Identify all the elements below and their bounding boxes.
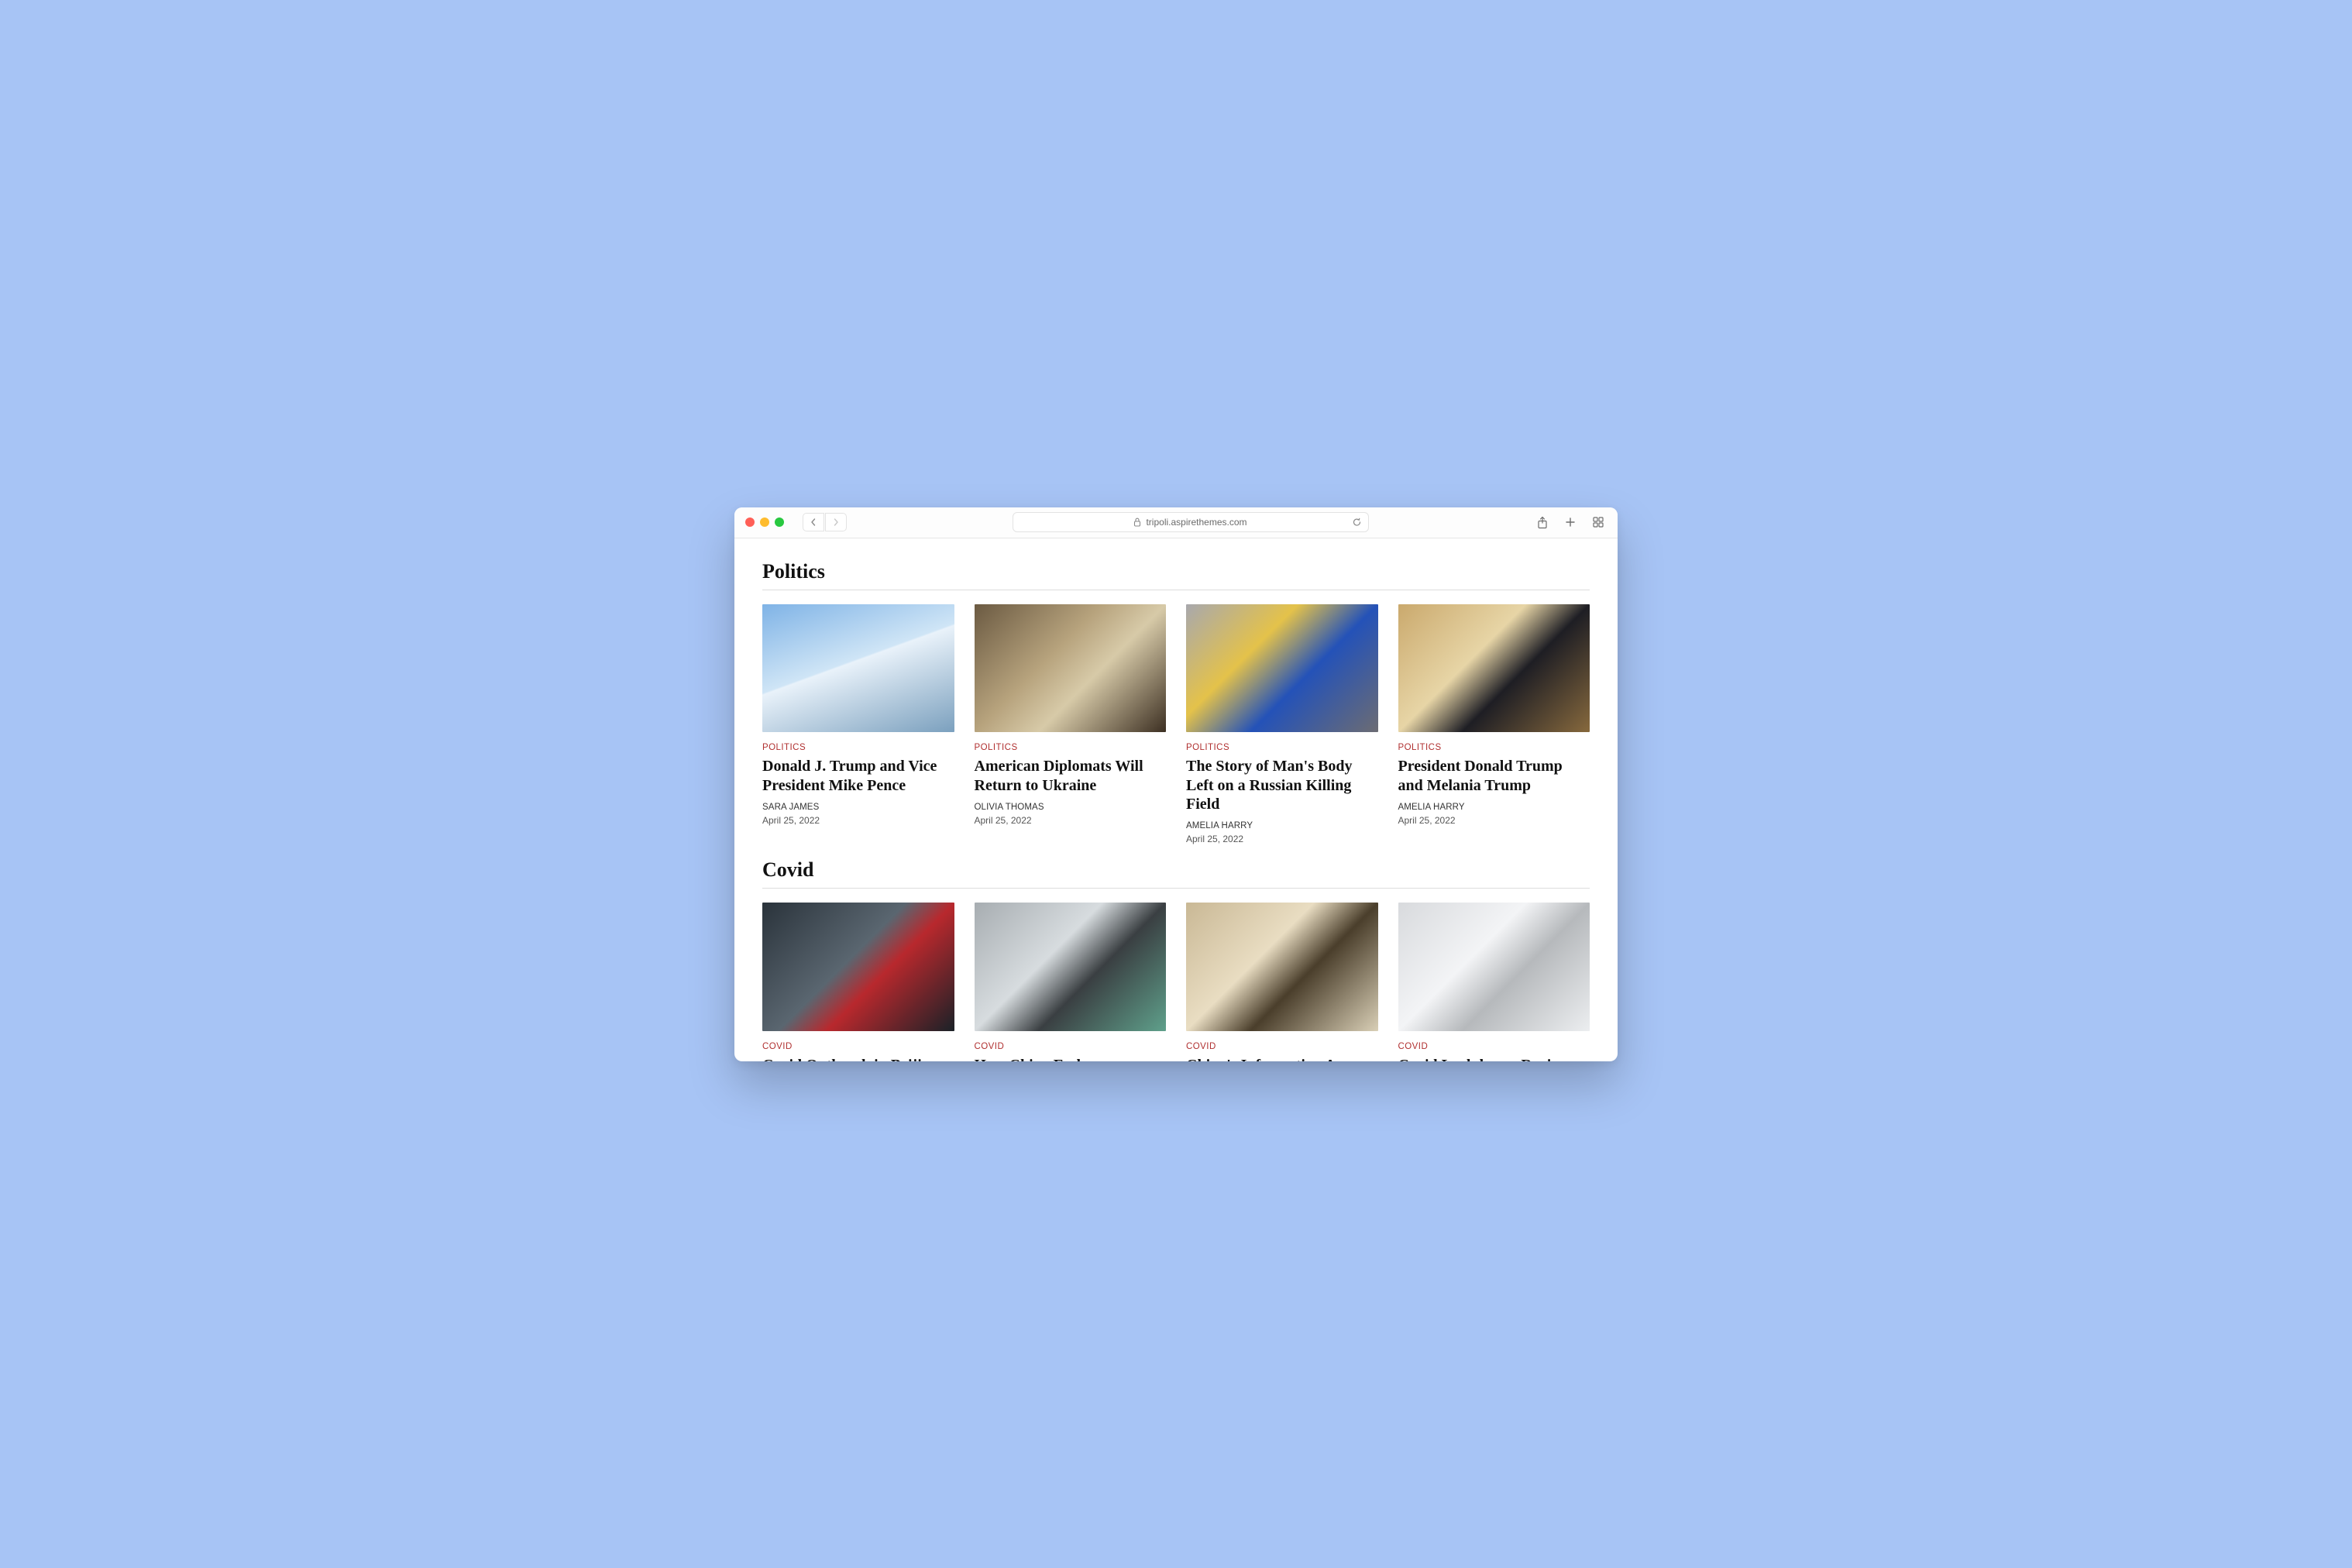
article-title: Covid Lockdowns Revive a (1398, 1056, 1590, 1061)
article-category: COVID (1186, 1042, 1378, 1051)
article-title: President Donald Trump and Melania Trump (1398, 757, 1590, 795)
new-tab-icon[interactable] (1562, 514, 1579, 531)
article-author: OLIVIA THOMAS (975, 803, 1167, 812)
section-heading: Politics (762, 560, 1590, 590)
page-content: Politics POLITICS Donald J. Trump and Vi… (734, 538, 1618, 1061)
close-window-button[interactable] (745, 518, 755, 527)
window-controls (745, 518, 784, 527)
nav-buttons (803, 513, 847, 531)
article-card[interactable]: POLITICS Donald J. Trump and Vice Presid… (762, 604, 954, 845)
article-card[interactable]: COVID How China Embraces (975, 903, 1167, 1061)
article-title: Donald J. Trump and Vice President Mike … (762, 757, 954, 795)
safari-window: tripoli.aspirethemes.com Politics (734, 507, 1618, 1061)
article-title: China's Information Age (1186, 1056, 1378, 1061)
fullscreen-window-button[interactable] (775, 518, 784, 527)
reload-icon[interactable] (1352, 518, 1362, 528)
article-date: April 25, 2022 (1186, 834, 1378, 844)
article-title: How China Embraces (975, 1056, 1167, 1061)
article-grid: COVID Covid Outbreak in Beijing COVID Ho… (762, 903, 1590, 1061)
back-button[interactable] (803, 513, 824, 531)
lock-icon (1133, 518, 1141, 527)
article-category: POLITICS (762, 743, 954, 752)
article-card[interactable]: POLITICS The Story of Man's Body Left on… (1186, 604, 1378, 845)
forward-button[interactable] (825, 513, 847, 531)
article-title: The Story of Man's Body Left on a Russia… (1186, 757, 1378, 813)
article-card[interactable]: POLITICS President Donald Trump and Mela… (1398, 604, 1590, 845)
article-thumbnail (762, 903, 954, 1031)
article-category: POLITICS (1186, 743, 1378, 752)
article-thumbnail (1186, 903, 1378, 1031)
tab-overview-icon[interactable] (1590, 514, 1607, 531)
article-date: April 25, 2022 (762, 815, 954, 826)
article-date: April 25, 2022 (1398, 815, 1590, 826)
article-card[interactable]: COVID Covid Outbreak in Beijing (762, 903, 954, 1061)
article-title: American Diplomats Will Return to Ukrain… (975, 757, 1167, 795)
article-card[interactable]: COVID Covid Lockdowns Revive a (1398, 903, 1590, 1061)
section-covid: Covid COVID Covid Outbreak in Beijing CO… (762, 858, 1590, 1061)
minimize-window-button[interactable] (760, 518, 769, 527)
article-category: COVID (975, 1042, 1167, 1051)
url-text: tripoli.aspirethemes.com (1146, 517, 1246, 528)
article-author: SARA JAMES (762, 803, 954, 812)
browser-toolbar: tripoli.aspirethemes.com (734, 507, 1618, 538)
article-author: AMELIA HARRY (1186, 821, 1378, 830)
article-thumbnail (975, 604, 1167, 733)
section-heading: Covid (762, 858, 1590, 889)
article-thumbnail (1398, 903, 1590, 1031)
article-thumbnail (975, 903, 1167, 1031)
page-viewport: Politics POLITICS Donald J. Trump and Vi… (734, 538, 1618, 1061)
section-politics: Politics POLITICS Donald J. Trump and Vi… (762, 560, 1590, 845)
article-thumbnail (762, 604, 954, 733)
share-icon[interactable] (1534, 514, 1551, 531)
article-date: April 25, 2022 (975, 815, 1167, 826)
article-category: POLITICS (975, 743, 1167, 752)
article-category: COVID (762, 1042, 954, 1051)
article-category: COVID (1398, 1042, 1590, 1051)
article-card[interactable]: COVID China's Information Age (1186, 903, 1378, 1061)
address-bar[interactable]: tripoli.aspirethemes.com (1013, 512, 1369, 532)
article-category: POLITICS (1398, 743, 1590, 752)
article-thumbnail (1398, 604, 1590, 733)
article-grid: POLITICS Donald J. Trump and Vice Presid… (762, 604, 1590, 845)
article-thumbnail (1186, 604, 1378, 733)
article-card[interactable]: POLITICS American Diplomats Will Return … (975, 604, 1167, 845)
article-title: Covid Outbreak in Beijing (762, 1056, 954, 1061)
toolbar-actions (1534, 514, 1607, 531)
article-author: AMELIA HARRY (1398, 803, 1590, 812)
